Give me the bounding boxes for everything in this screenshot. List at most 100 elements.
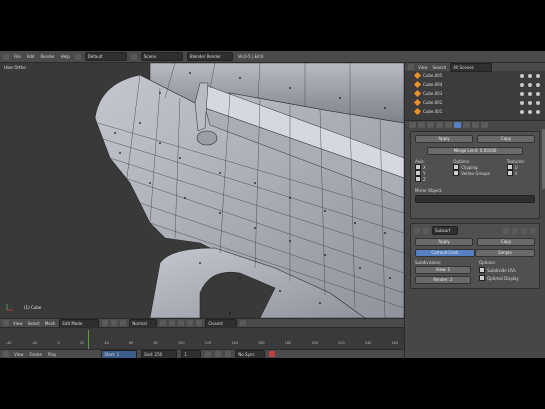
axis-z-checkbox[interactable]: Z [415,176,443,182]
subdivide-uvs-checkbox[interactable]: Subdivide UVs [479,267,535,273]
viewport-toggle-icon[interactable] [512,227,518,234]
shading-icon[interactable] [102,320,109,326]
menu-file[interactable]: File [13,54,22,59]
texture-tab-icon[interactable] [481,122,488,128]
eye-icon[interactable] [520,91,524,96]
jump-end-icon[interactable] [225,351,232,357]
checkbox-icon[interactable] [479,275,485,281]
copy-button[interactable]: Copy [477,238,535,246]
menu-playback[interactable]: Play [47,352,57,357]
mirror-object-field[interactable] [415,195,535,203]
apply-button[interactable]: Apply [415,135,473,143]
start-frame-field[interactable]: Start: 1 [101,349,138,358]
camera-icon[interactable] [536,91,540,96]
expand-icon[interactable] [414,227,420,234]
checkbox-icon[interactable] [506,170,513,176]
close-icon[interactable] [530,227,536,234]
current-frame-line[interactable] [88,330,89,350]
camera-icon[interactable] [536,73,540,78]
visibility-toggles[interactable] [520,73,540,78]
visibility-toggles[interactable] [520,100,540,105]
modifier-name-field[interactable]: Subsurf [432,226,458,235]
jump-start-icon[interactable] [205,351,212,357]
eye-icon[interactable] [520,100,524,105]
menu-view[interactable]: View [417,65,429,70]
menu-render[interactable]: Render [39,54,55,59]
checkbox-icon[interactable] [453,170,460,176]
scene-selector[interactable]: Scene [140,52,183,61]
editor-type-icon[interactable] [408,64,414,70]
display-mode-selector[interactable]: All Scenes [450,62,493,72]
outliner-row[interactable]: Cube.002 [405,98,545,107]
visibility-toggles[interactable] [520,91,540,96]
face-select-icon[interactable] [178,320,185,326]
render-tab-icon[interactable] [409,122,416,128]
menu-add[interactable]: Add [26,54,36,59]
vertex-select-icon[interactable] [160,320,167,326]
view-levels-field[interactable]: View: 1 [415,266,471,274]
editor-type-icon[interactable] [3,320,9,326]
menu-view[interactable]: View [13,352,25,357]
cursor-icon[interactable] [528,73,532,78]
outliner-row[interactable]: Cube.004 [405,80,545,89]
copy-button[interactable]: Copy [477,135,535,143]
menu-select[interactable]: Select [27,321,41,326]
proportional-edit-icon[interactable] [187,320,194,326]
outliner[interactable]: View Search All Scenes Cube.005 Cube.004… [405,62,545,121]
record-icon[interactable] [269,351,276,357]
camera-icon[interactable] [536,100,540,105]
snap-icon[interactable] [196,320,203,326]
eye-icon[interactable] [520,109,524,114]
editor-type-icon[interactable] [3,351,9,357]
modifiers-tab-icon[interactable] [454,122,461,128]
pivot-icon[interactable] [111,320,118,326]
outliner-row[interactable]: Cube.005 [405,71,545,80]
cursor-icon[interactable] [528,109,532,114]
manipulator-icon[interactable] [120,320,127,326]
checkbox-icon[interactable] [479,267,485,273]
constraints-tab-icon[interactable] [445,122,452,128]
render-levels-field[interactable]: Render: 2 [415,276,471,284]
eye-icon[interactable] [520,73,524,78]
editmode-toggle-icon[interactable] [521,227,527,234]
data-tab-icon[interactable] [463,122,470,128]
menu-help[interactable]: Help [60,54,71,59]
edge-select-icon[interactable] [169,320,176,326]
scene-tab-icon[interactable] [418,122,425,128]
current-frame-field[interactable]: 1 [181,349,202,358]
timeline[interactable]: -40 -20 0 20 40 60 80 100 120 140 160 18… [0,327,404,350]
outliner-row[interactable]: Cube.003 [405,89,545,98]
play-icon[interactable] [215,351,222,357]
vertex-groups-checkbox[interactable]: Vertex Groups [453,170,496,176]
object-tab-icon[interactable] [436,122,443,128]
sync-selector[interactable]: No Sync [235,349,266,358]
simple-button[interactable]: Simple [475,249,535,257]
world-tab-icon[interactable] [427,122,434,128]
visibility-toggles[interactable] [520,82,540,87]
apply-button[interactable]: Apply [415,238,473,246]
checkbox-icon[interactable] [415,176,421,182]
cursor-icon[interactable] [528,100,532,105]
eye-icon[interactable] [520,82,524,87]
texture-v-checkbox[interactable]: V [506,170,535,176]
merge-limit-field[interactable]: Merge Limit: 0.00100 [427,147,523,155]
menu-frame[interactable]: Frame [29,352,43,357]
menu-mesh[interactable]: Mesh [44,321,57,326]
render-icon[interactable] [240,320,247,326]
optimal-display-checkbox[interactable]: Optimal Display [479,275,535,281]
menu-view[interactable]: View [12,321,24,326]
cursor-icon[interactable] [528,91,532,96]
outliner-row[interactable]: Cube.001 [405,107,545,116]
layout-icon[interactable] [74,53,81,60]
render-engine-selector[interactable]: Blender Render [186,52,233,61]
camera-icon[interactable] [536,82,540,87]
visibility-toggles[interactable] [520,109,540,114]
editor-type-icon[interactable] [3,53,9,60]
layout-selector[interactable]: Default [84,52,127,61]
camera-icon[interactable] [536,109,540,114]
menu-search[interactable]: Search [432,65,448,70]
catmull-clark-button[interactable]: Catmull-Clark [415,249,475,257]
3d-viewport[interactable]: User Ortho (1) Cube [0,63,404,318]
render-toggle-icon[interactable] [503,227,509,234]
scene-icon[interactable] [130,53,137,60]
